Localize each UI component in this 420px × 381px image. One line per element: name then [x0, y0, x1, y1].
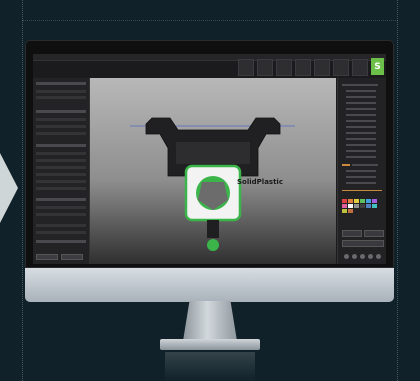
color-swatch[interactable]	[372, 204, 377, 208]
tree-row[interactable]	[346, 150, 376, 152]
panel-button-1[interactable]	[36, 254, 58, 260]
color-swatch[interactable]	[342, 204, 347, 208]
toolbar	[238, 59, 368, 76]
tool-button-6[interactable]	[333, 59, 349, 76]
tool-button-2[interactable]	[257, 59, 273, 76]
tree-row[interactable]	[346, 138, 376, 140]
panel-row[interactable]	[36, 96, 86, 99]
left-panel	[33, 78, 90, 264]
panel-row[interactable]	[36, 187, 86, 190]
tool-button-1[interactable]	[238, 59, 254, 76]
panel-row[interactable]	[36, 198, 86, 201]
panel-row[interactable]	[36, 173, 86, 176]
tool-button-7[interactable]	[352, 59, 368, 76]
tree-row[interactable]	[346, 176, 376, 178]
tree-row[interactable]	[346, 120, 376, 122]
panel-row[interactable]	[36, 231, 86, 234]
panel-row[interactable]	[36, 213, 86, 216]
panel-button-2[interactable]	[61, 254, 83, 260]
3d-viewport[interactable]: SolidPlastic	[90, 78, 336, 264]
tree-row[interactable]	[346, 156, 376, 158]
panel-row[interactable]	[36, 224, 86, 227]
model-render	[130, 117, 295, 251]
monitor-chin	[25, 268, 394, 302]
panel-button-5[interactable]	[342, 240, 384, 247]
view-icon-1[interactable]	[344, 254, 349, 259]
tree-row[interactable]	[346, 108, 376, 110]
panel-row[interactable]	[36, 132, 86, 135]
tree-row[interactable]	[346, 126, 376, 128]
panel-button-3[interactable]	[342, 230, 362, 237]
panel-header	[36, 82, 86, 85]
panel-row[interactable]	[36, 240, 86, 243]
color-swatch[interactable]	[348, 199, 353, 203]
part-knob[interactable]	[207, 239, 219, 251]
panel-row[interactable]	[36, 180, 86, 183]
panel-button-4[interactable]	[364, 230, 384, 237]
frame-line-right	[397, 0, 398, 381]
color-swatch[interactable]	[354, 204, 359, 208]
frame-line-top	[22, 20, 398, 21]
panel-row[interactable]	[36, 110, 86, 113]
color-swatch[interactable]	[342, 199, 347, 203]
accent-tool-button[interactable]: S	[371, 58, 384, 75]
view-icon-5[interactable]	[376, 254, 381, 259]
tree-row[interactable]	[346, 132, 376, 134]
view-icon-4[interactable]	[368, 254, 373, 259]
tree-row[interactable]	[342, 84, 378, 86]
panel-row[interactable]	[36, 166, 86, 169]
right-panel	[337, 78, 386, 264]
tree-row[interactable]	[346, 144, 376, 146]
panel-divider	[342, 190, 382, 191]
panel-row[interactable]	[36, 118, 86, 121]
app-screen: S SolidPlastic	[33, 54, 386, 264]
view-icon-3[interactable]	[360, 254, 365, 259]
color-swatch[interactable]	[348, 204, 353, 208]
tree-row[interactable]	[346, 170, 376, 172]
stand-reflection	[165, 352, 255, 381]
color-swatch[interactable]	[372, 199, 377, 203]
tree-row[interactable]	[346, 90, 376, 92]
color-swatch[interactable]	[348, 209, 353, 213]
monitor: S SolidPlastic	[25, 40, 394, 302]
panel-row[interactable]	[36, 90, 86, 93]
monitor-stand	[183, 301, 237, 341]
frame-line-left	[22, 0, 23, 381]
tool-button-4[interactable]	[295, 59, 311, 76]
panel-row[interactable]	[36, 152, 86, 155]
tool-button-5[interactable]	[314, 59, 330, 76]
part-stem	[207, 220, 219, 238]
monitor-base	[160, 339, 260, 350]
bottom-icon-row	[344, 254, 381, 259]
view-icon-2[interactable]	[352, 254, 357, 259]
color-swatch[interactable]	[366, 204, 371, 208]
panel-row[interactable]	[36, 159, 86, 162]
part-face	[176, 142, 250, 164]
color-swatch[interactable]	[360, 199, 365, 203]
tree-row[interactable]	[352, 164, 378, 166]
panel-row[interactable]	[36, 144, 86, 147]
monitor-bezel: S SolidPlastic	[25, 40, 394, 268]
tree-row[interactable]	[346, 102, 376, 104]
part-label: SolidPlastic	[237, 178, 283, 186]
tree-row-selected[interactable]	[342, 164, 350, 166]
tree-row[interactable]	[346, 114, 376, 116]
color-palette[interactable]	[342, 199, 382, 213]
color-swatch[interactable]	[360, 204, 365, 208]
color-swatch[interactable]	[354, 199, 359, 203]
arrow-icon	[0, 153, 18, 223]
tool-button-3[interactable]	[276, 59, 292, 76]
tree-row[interactable]	[346, 182, 376, 184]
tree-row[interactable]	[346, 96, 376, 98]
panel-row[interactable]	[36, 125, 86, 128]
color-swatch[interactable]	[342, 209, 347, 213]
panel-row[interactable]	[36, 206, 86, 209]
color-swatch[interactable]	[366, 199, 371, 203]
